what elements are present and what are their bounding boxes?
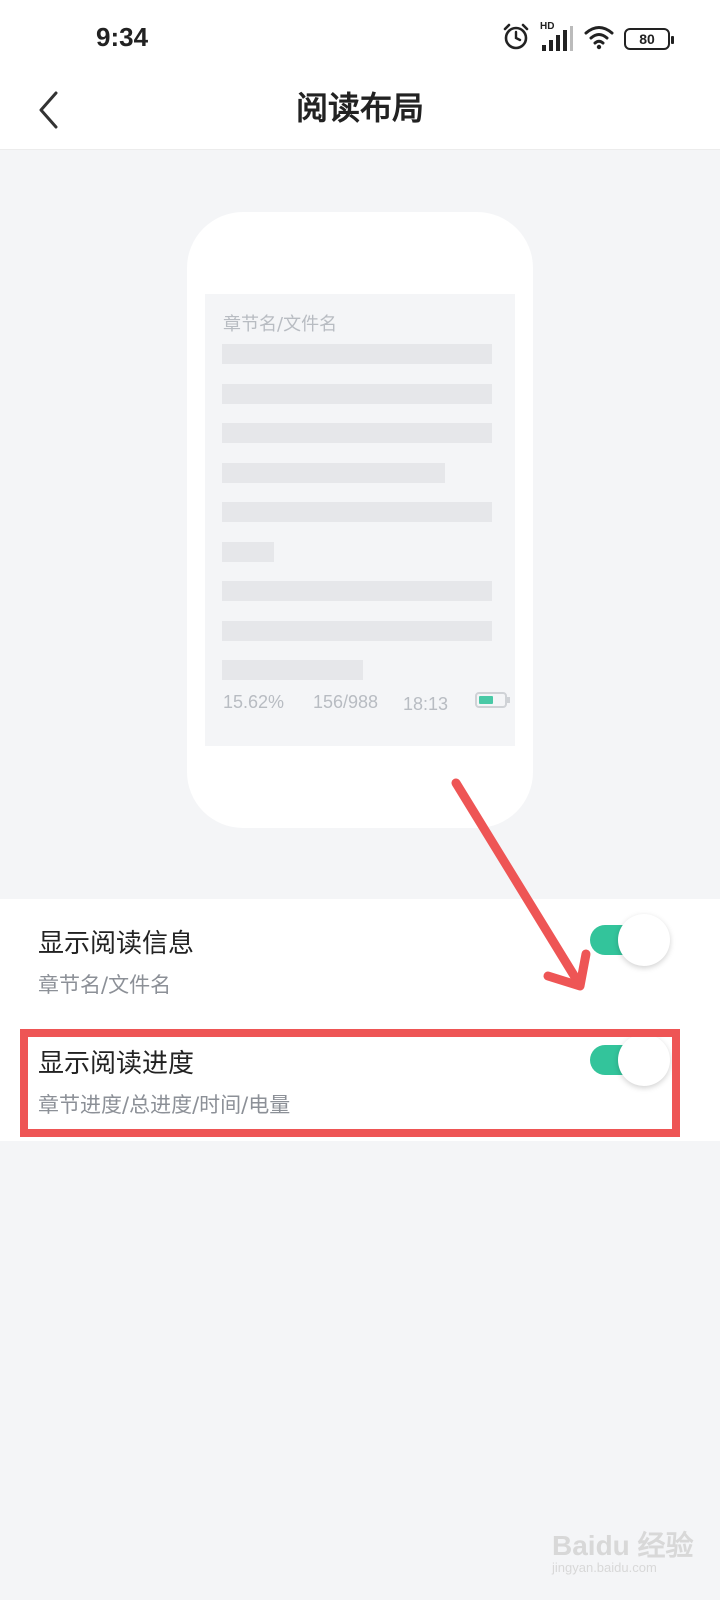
setting-title: 显示阅读信息 xyxy=(38,929,195,959)
signal-icon: HD xyxy=(540,21,574,53)
status-time: 9:34 xyxy=(96,22,149,52)
status-bar: 9:34 HD 80 xyxy=(0,0,720,80)
placeholder-line xyxy=(222,581,492,601)
phone-mockup: 章节名/文件名 15.62% 156/988 18:13 xyxy=(187,212,533,828)
preview-chapter-label: 章节名/文件名 xyxy=(223,314,338,335)
status-icons: HD 80 xyxy=(502,21,674,56)
preview-clock: 18:13 xyxy=(403,694,449,714)
toggle-knob xyxy=(618,914,670,966)
preview-page-progress: 156/988 xyxy=(313,692,379,712)
reading-screen-preview: 章节名/文件名 15.62% 156/988 18:13 xyxy=(205,294,515,746)
alarm-icon xyxy=(502,23,530,55)
wifi-icon xyxy=(584,24,614,54)
placeholder-line xyxy=(222,344,492,364)
setting-show-reading-info: 显示阅读信息 章节名/文件名 xyxy=(0,899,720,1019)
placeholder-line xyxy=(222,542,274,562)
layout-preview: 章节名/文件名 15.62% 156/988 18:13 xyxy=(0,151,720,899)
placeholder-line xyxy=(222,463,445,483)
placeholder-line xyxy=(222,423,492,443)
battery-icon xyxy=(475,692,510,708)
reading-info-toggle[interactable] xyxy=(590,911,670,966)
preview-chapter-progress: 15.62% xyxy=(223,692,285,712)
setting-description: 章节名/文件名 xyxy=(38,973,172,997)
placeholder-line xyxy=(222,384,492,404)
placeholder-line xyxy=(222,660,363,680)
annotation-highlight-box xyxy=(20,1029,680,1137)
baidu-watermark-logo: Baidu 经验 xyxy=(552,1530,694,1561)
header: 阅读布局 xyxy=(0,80,720,150)
battery-level: 80 xyxy=(639,31,655,47)
placeholder-line xyxy=(222,502,492,522)
battery-icon: 80 xyxy=(624,28,674,50)
placeholder-line xyxy=(222,621,492,641)
baidu-watermark-url: jingyan.baidu.com xyxy=(552,1560,657,1575)
page-title: 阅读布局 xyxy=(295,89,424,127)
preview-progress-footer: 15.62% 156/988 18:13 xyxy=(223,692,510,716)
